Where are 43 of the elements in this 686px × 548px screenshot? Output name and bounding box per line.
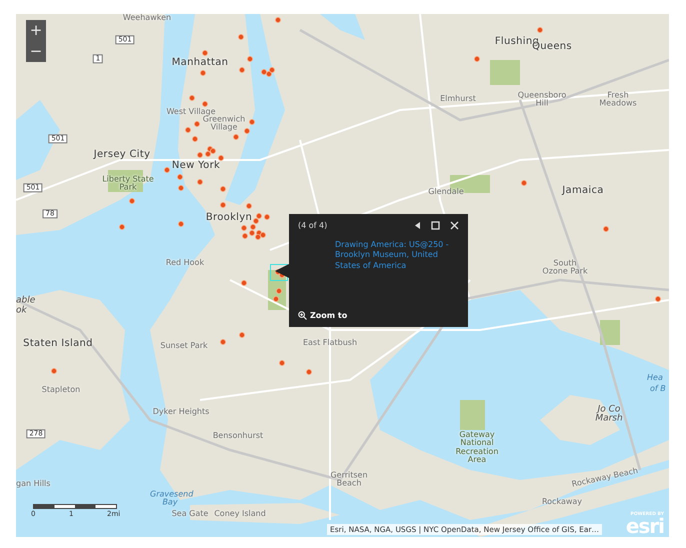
maximize-icon: [431, 221, 440, 230]
zoom-in-magnifier-icon: [298, 311, 307, 320]
map-label: Bensonhurst: [212, 432, 264, 440]
map-label: Dyker Heights: [152, 408, 210, 416]
map-label: Queensboro Hill: [517, 92, 567, 108]
close-icon: [450, 221, 459, 230]
feature-counter: (4 of 4): [298, 221, 328, 230]
map-label: Staten Island: [23, 338, 93, 350]
map-label: able: [16, 296, 36, 306]
zoom-to-button[interactable]: Zoom to: [298, 311, 348, 320]
map-label: Elmhurst: [440, 94, 476, 104]
map-label: Brooklyn: [206, 212, 252, 224]
close-button[interactable]: [450, 221, 459, 230]
triangle-left-icon: [413, 221, 421, 230]
map-label: South Ozone Park: [541, 260, 589, 276]
map-label: Rockaway Beach: [571, 466, 639, 490]
map-label: New York: [172, 160, 220, 172]
map-label: West Village: [166, 108, 216, 116]
map-label: Greenwich Village: [202, 116, 246, 132]
map-label: Jo Co Marsh: [594, 406, 624, 424]
map-label: Manhattan: [172, 58, 228, 68]
map-label: Jersey City: [94, 150, 150, 160]
map-label: Rockaway: [542, 498, 582, 506]
map-label: Glendale: [428, 188, 464, 196]
map-label: Red Hook: [166, 258, 204, 268]
map-label: Gerritsen Beach: [329, 472, 369, 488]
map-label: Sunset Park: [160, 342, 208, 350]
previous-button[interactable]: [413, 221, 421, 230]
map-label: Weehawken: [122, 14, 172, 22]
maximize-button[interactable]: [431, 221, 440, 230]
map-label: Coney Island: [214, 510, 266, 518]
map-label: East Flatbush: [302, 338, 358, 348]
feature-title-link[interactable]: Drawing America: US@250 - Brooklyn Museum, United States of America: [335, 240, 459, 272]
logo-wordmark: esri: [626, 517, 664, 535]
map-label: gan Hills: [16, 480, 50, 488]
map-label: Fresh Meadows: [598, 92, 638, 108]
map-label: of B: [650, 384, 666, 394]
map-label: ok: [16, 306, 27, 316]
map-label: Sea Gate: [172, 510, 208, 518]
map-label: Jamaica: [562, 186, 604, 196]
map-label: Gateway National Recreation Area: [454, 431, 500, 465]
map-label: Hea: [647, 374, 663, 382]
map-label: Stapleton: [42, 386, 80, 394]
